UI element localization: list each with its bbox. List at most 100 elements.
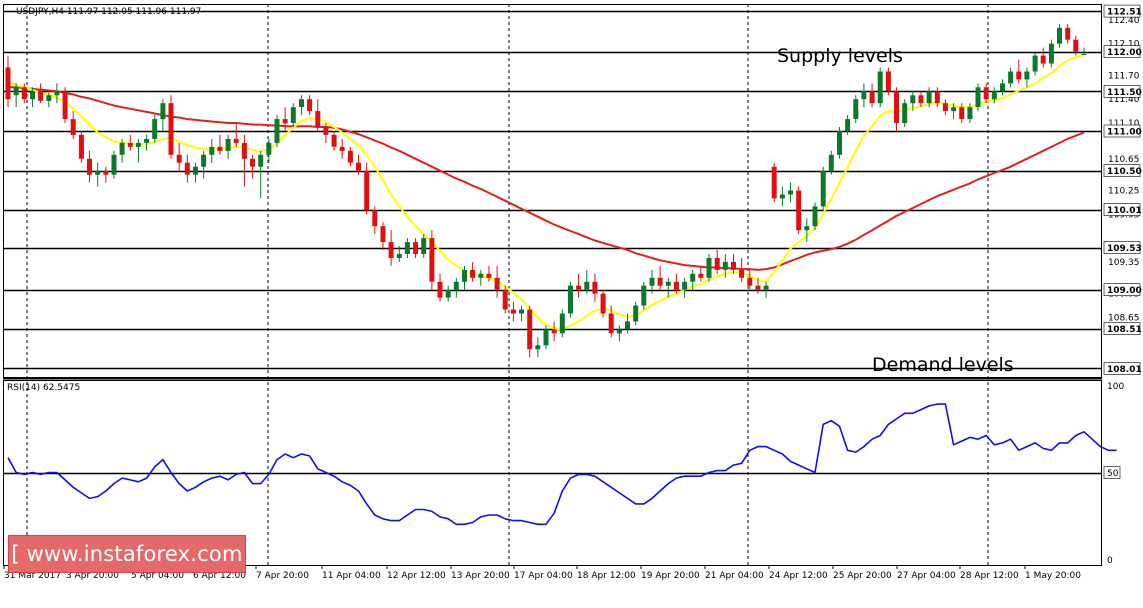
candle-body-bullish <box>266 142 272 155</box>
candle-body-bullish <box>144 138 150 143</box>
candle-body-bullish <box>853 99 859 119</box>
candle-body-bearish <box>176 154 182 163</box>
candle-body-bearish <box>869 91 875 104</box>
candle-body-bearish <box>339 146 345 151</box>
candle-body-bearish <box>934 91 940 104</box>
candle-body-bearish <box>38 91 44 101</box>
rsi-line <box>7 403 1117 526</box>
candle-body-bullish <box>478 273 484 278</box>
candle-body-bullish <box>1008 71 1014 84</box>
candle-body-bullish <box>54 91 60 96</box>
candle-body-bullish <box>991 91 997 100</box>
level-label: 110.50 <box>1107 167 1142 177</box>
candle-body-bearish <box>470 269 476 278</box>
candle-body-bearish <box>70 119 76 135</box>
price-tick-label: 109.35 <box>1108 258 1140 268</box>
candle-body-bearish <box>608 313 614 334</box>
candle-body-bearish <box>1040 55 1046 64</box>
x-tick-label: 11 Apr 04:00 <box>322 571 381 581</box>
candle-body-bullish <box>258 154 264 167</box>
candle-body-bullish <box>625 321 630 330</box>
candle-body-bearish <box>323 127 329 135</box>
candle-body-bullish <box>46 95 52 101</box>
candle-body-bearish <box>502 289 508 310</box>
vertical-gridlines <box>26 4 989 565</box>
candle-body-bullish <box>837 131 842 155</box>
candle-body-bullish <box>951 107 957 112</box>
x-tick-label: 19 Apr 20:00 <box>641 571 700 581</box>
candle-body-bearish <box>714 258 720 270</box>
candle-body-bullish <box>763 285 769 290</box>
candle-body-bullish <box>201 154 207 167</box>
candle-body-bearish <box>576 285 582 290</box>
candle-body-bullish <box>13 87 19 96</box>
candle-body-bullish <box>722 261 728 270</box>
candle-body-bearish <box>698 273 704 278</box>
candle-body-bullish <box>160 103 166 120</box>
x-tick-label: 1 May 20:00 <box>1025 571 1081 581</box>
candle-body-bullish <box>845 119 851 131</box>
candle-body-bullish <box>445 289 451 298</box>
rsi-header: RSI(14) 62.5475 <box>7 383 80 393</box>
level-label: 111.00 <box>1107 128 1142 138</box>
candle-body-bullish <box>649 277 655 286</box>
candle-body-bullish <box>568 285 573 314</box>
candle-body-bullish <box>290 107 296 124</box>
candle-body-bearish <box>657 277 663 286</box>
candle-body-bearish <box>184 162 190 175</box>
candle-body-bearish <box>494 277 500 290</box>
candle-body-bullish <box>1048 43 1054 64</box>
candle-body-bearish <box>1016 71 1022 80</box>
candle-body-bullish <box>135 142 141 147</box>
x-tick-label: 18 Apr 12:00 <box>577 571 636 581</box>
candle-body-bullish <box>665 281 671 286</box>
candle-body-bullish <box>641 285 647 306</box>
candle-body-bearish <box>755 285 761 290</box>
candle-body-bullish <box>421 238 427 254</box>
candle-body-bearish <box>486 273 492 278</box>
candle-body-bullish <box>910 95 916 104</box>
candle-body-bearish <box>592 281 598 294</box>
rsi-tick-label: 50 <box>1107 469 1119 479</box>
candle-body-bearish <box>527 309 533 350</box>
candle-body-bearish <box>413 242 419 254</box>
candle-body-bullish <box>690 273 696 282</box>
candle-body-bearish <box>918 95 924 104</box>
candle-body-bullish <box>299 99 304 108</box>
candle-body-bearish <box>739 269 745 278</box>
candle-body-bullish <box>1057 27 1062 44</box>
candle-body-bullish <box>30 91 35 100</box>
candle-body-bearish <box>429 238 435 282</box>
candle-body-bullish <box>225 138 231 151</box>
candle-body-bearish <box>62 91 68 120</box>
candle-body-bearish <box>437 281 443 298</box>
candle-body-bearish <box>168 103 174 155</box>
candle-body-bullish <box>828 154 834 171</box>
candle-body-bullish <box>706 258 712 278</box>
candle-body-bearish <box>959 107 965 120</box>
candle-body-bullish <box>111 154 117 175</box>
candle-body-bearish <box>331 134 337 147</box>
candle-body-bullish <box>682 281 688 290</box>
candle-body-bearish <box>21 87 27 100</box>
candle-body-bearish <box>5 67 11 100</box>
candle-body-bearish <box>796 190 802 231</box>
x-tick-label: 7 Apr 20:00 <box>256 571 309 581</box>
candle-body-bullish <box>462 269 467 282</box>
watermark-logo: [ www.instaforex.com ] <box>8 535 246 602</box>
candle-body-bearish <box>673 281 679 290</box>
price-tick-label: 110.65 <box>1108 155 1140 165</box>
candle-body-bullish <box>1024 71 1030 80</box>
candle-body-bearish <box>364 170 370 211</box>
candle-body-bearish <box>356 162 361 171</box>
candle-body-bullish <box>1081 54 1087 55</box>
candle-body-bullish <box>788 190 793 195</box>
candle-body-bullish <box>519 309 524 314</box>
candle-body-bullish <box>543 329 549 346</box>
candles-layer <box>5 23 1087 358</box>
x-tick-label: 21 Apr 04:00 <box>705 571 764 581</box>
rsi-layer <box>3 403 1117 526</box>
candle-body-bearish <box>217 146 223 151</box>
candle-body-bearish <box>1065 27 1071 40</box>
candle-body-bullish <box>967 107 973 120</box>
